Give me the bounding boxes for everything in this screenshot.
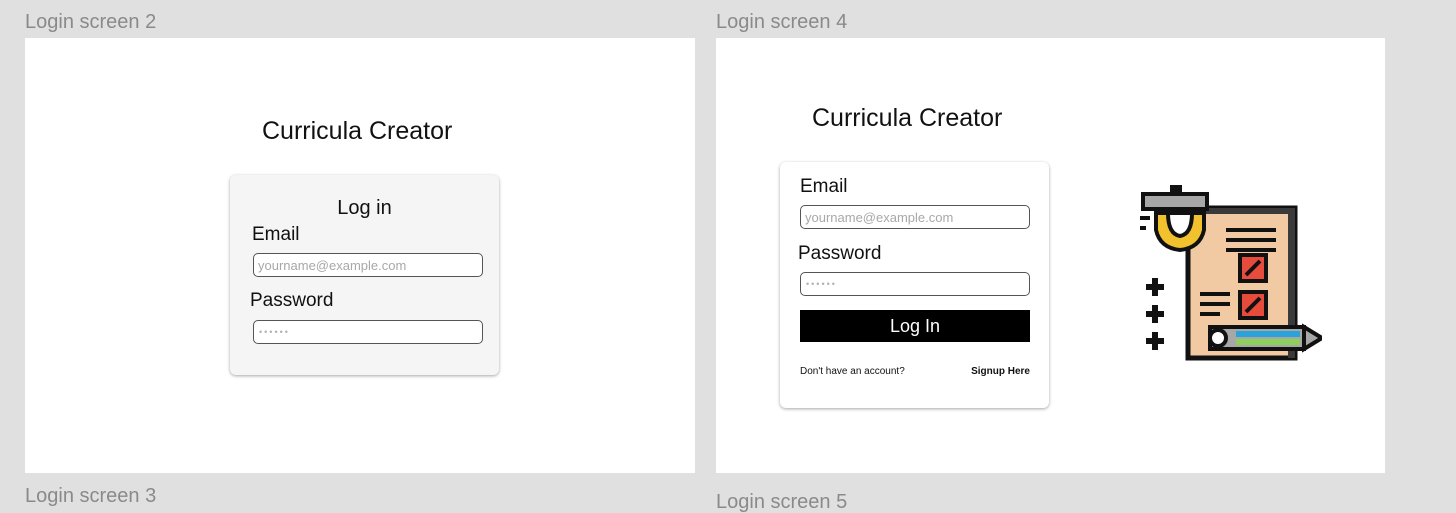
plus-sign [1146,278,1164,296]
log-in-button[interactable]: Log In [800,310,1030,342]
document-line [1226,238,1276,242]
app-title: Curricula Creator [262,117,453,145]
document-line [1226,228,1276,232]
pencil-tip [1302,323,1322,353]
plus-sign [1146,305,1164,323]
email-input[interactable] [800,205,1030,229]
password-label: Password [250,290,334,311]
card-heading: Log in [337,197,392,219]
frame-login-screen-4: Curricula Creator Email Password •••••• … [716,38,1385,473]
gear-tick [1140,216,1150,220]
frame-label-login-screen-3: Login screen 3 [25,485,157,507]
signup-link[interactable]: Signup Here [971,367,1030,377]
email-label: Email [252,224,300,245]
pencil-band [1236,331,1300,337]
login-card: Email Password •••••• Log In Don't have … [780,162,1049,408]
password-label: Password [798,243,882,264]
document-line [1200,302,1230,306]
curriculum-creator-icon [1140,185,1322,361]
gear-tick [1140,226,1146,230]
document-line [1226,248,1276,252]
frame-label-login-screen-5: Login screen 5 [716,491,848,513]
app-title: Curricula Creator [812,104,1003,132]
login-card: Log in Email Password •••••• [230,175,499,375]
frame-login-screen-2: Curricula Creator Log in Email Password … [25,38,695,473]
frame-label-login-screen-2: Login screen 2 [25,11,157,33]
frame-label-login-screen-4: Login screen 4 [716,11,848,33]
email-label: Email [800,176,848,197]
plus-sign [1146,332,1164,350]
pencil-eraser [1208,328,1228,348]
document-line [1200,292,1230,296]
email-input[interactable] [253,253,483,277]
password-input[interactable] [253,320,483,344]
cap-board [1141,192,1209,211]
document-line [1200,312,1220,316]
password-input[interactable] [800,272,1030,296]
pencil-band [1236,339,1300,345]
gear-hub [1165,211,1195,239]
no-account-text: Don't have an account? [800,366,905,377]
